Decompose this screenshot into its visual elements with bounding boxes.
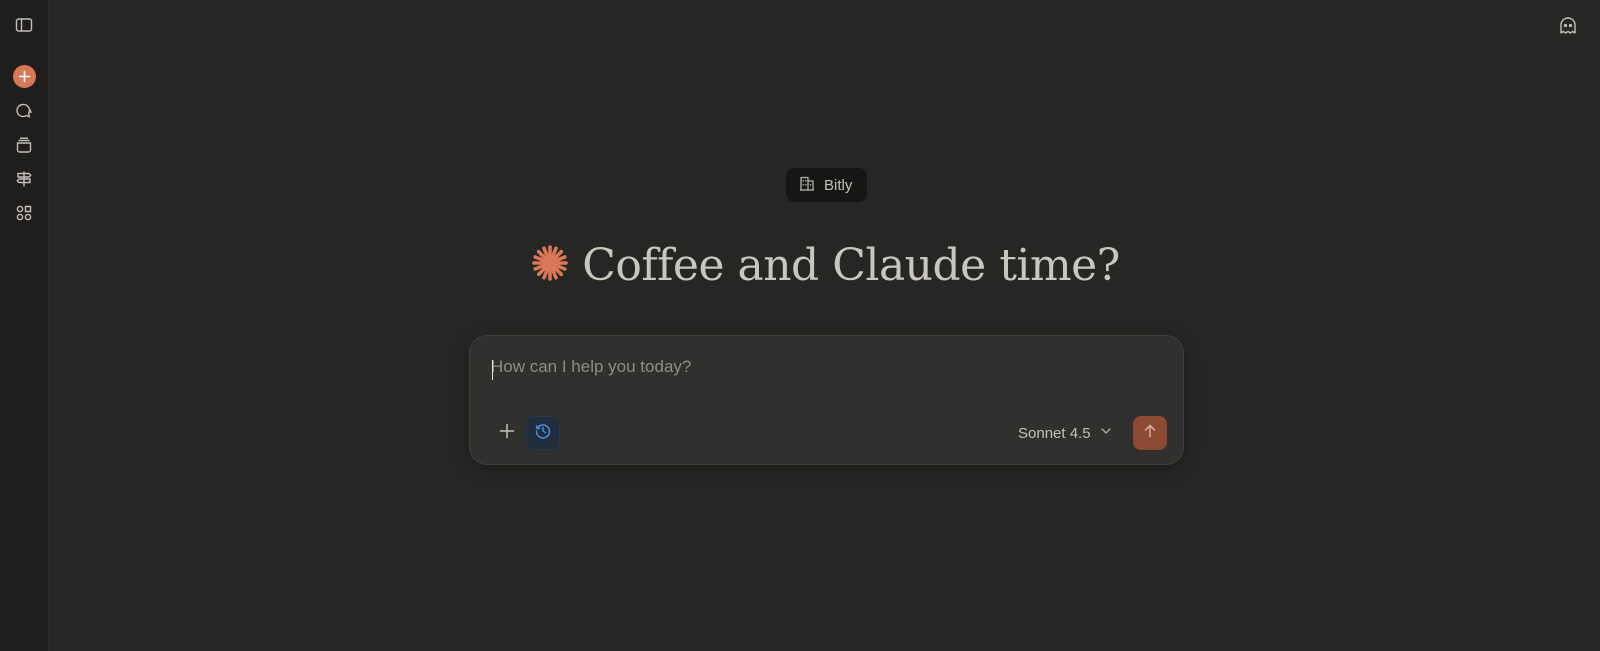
archive-stack-icon [14,135,34,155]
greeting-title: Coffee and Claude time? [582,240,1120,291]
ghost-icon [1557,15,1579,42]
toggle-sidebar-button[interactable] [10,11,38,39]
shapes-grid-icon [14,203,34,223]
research-toggle-button[interactable] [526,416,560,450]
chat-composer: Sonnet 4.5 [469,335,1184,465]
model-selector[interactable]: Sonnet 4.5 [1018,420,1113,446]
text-cursor [492,360,493,380]
sidebar [0,0,49,651]
organization-selector[interactable]: Bitly [786,168,867,202]
signpost-icon [14,169,34,189]
chat-bubbles-icon [14,101,34,121]
sidebar-panel-icon [14,15,34,35]
sidebar-item-chats[interactable] [10,97,38,125]
sidebar-item-signpost[interactable] [10,165,38,193]
clock-icon [534,422,552,445]
model-name: Sonnet 4.5 [1018,424,1091,442]
claude-spark-icon [532,245,568,286]
organization-name: Bitly [824,176,853,194]
new-chat-button[interactable] [10,62,38,90]
incognito-button[interactable] [1554,14,1582,42]
building-icon [798,174,816,197]
prompt-input[interactable] [491,354,1151,380]
arrow-up-icon [1142,423,1158,444]
greeting: Coffee and Claude time? [0,240,1600,291]
chevron-down-icon [1099,424,1113,443]
sidebar-item-projects[interactable] [10,131,38,159]
plus-circle-icon [12,64,36,88]
add-attachment-button[interactable] [490,416,524,450]
plus-icon [498,422,516,445]
send-button[interactable] [1133,416,1167,450]
app-window: Bitly Coffee and Claude time? How can I … [0,0,1600,651]
sidebar-item-artifacts[interactable] [10,199,38,227]
